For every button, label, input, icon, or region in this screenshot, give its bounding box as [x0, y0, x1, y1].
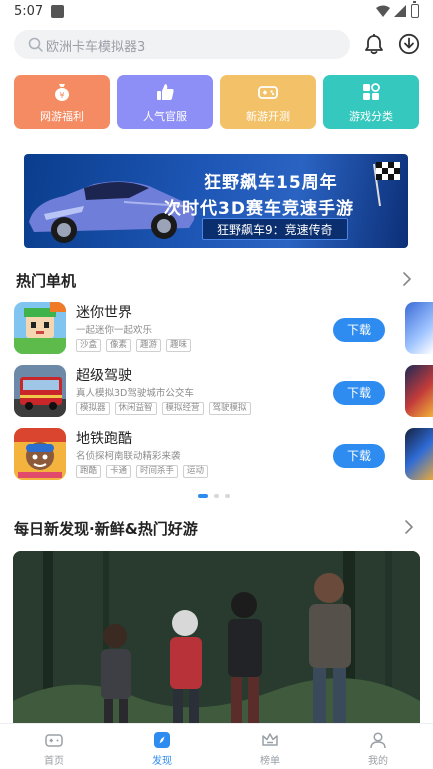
- game-name: 超级驾驶: [76, 368, 132, 384]
- nav-label: 榜单: [260, 756, 280, 767]
- game-tag: 模拟经营: [161, 402, 204, 415]
- tile-label: 新游开测: [246, 110, 290, 123]
- pager-dot-active: [198, 494, 208, 498]
- search-icon: [28, 37, 43, 52]
- game-desc: 一起迷你一起欢乐: [76, 325, 153, 336]
- game-tag: 趣游: [136, 339, 162, 352]
- game-tags: 沙盒 像素 趣游 趣味: [76, 339, 192, 352]
- download-icon[interactable]: [398, 33, 420, 55]
- compass-icon: [154, 732, 170, 748]
- gamepad-icon: [258, 86, 278, 99]
- user-icon: [370, 732, 386, 749]
- wifi-icon: [376, 5, 390, 17]
- game-tag: 卡通: [106, 465, 132, 478]
- nav-discover[interactable]: 发现: [122, 724, 202, 769]
- discover-page: 5:07 欧洲卡车模拟器3 ¥ 网游福利 人气官服 新游开测 游戏分类 狂野飙车…: [0, 0, 433, 769]
- chevron-right-icon[interactable]: [402, 272, 412, 286]
- nav-rankings[interactable]: 榜单: [230, 724, 310, 769]
- nav-home[interactable]: 首页: [14, 724, 94, 769]
- checkered-flag-icon: [373, 162, 400, 207]
- game-tag: 驾驶模拟: [208, 402, 251, 415]
- banner-subtitle: 狂野飙车9：竞速传奇: [202, 218, 348, 240]
- grid-icon: [363, 83, 380, 100]
- tile-game-categories[interactable]: 游戏分类: [323, 75, 419, 129]
- game-desc: 真人模拟3D驾驶城市公交车: [76, 388, 194, 399]
- quick-entry-tiles: ¥ 网游福利 人气官服 新游开测 游戏分类: [14, 75, 420, 129]
- game-tag: 休闲益智: [114, 402, 157, 415]
- download-button[interactable]: 下载: [333, 318, 385, 342]
- game-desc: 名侦探柯南联动精彩来袭: [76, 451, 181, 462]
- thumbs-up-icon: [157, 84, 174, 100]
- notification-icon: [51, 5, 64, 18]
- nav-label: 首页: [44, 756, 64, 767]
- svg-text:¥: ¥: [59, 91, 64, 100]
- signal-icon: [394, 5, 406, 17]
- game-name: 地铁跑酷: [76, 431, 132, 447]
- banner-title-line2: 次时代3D赛车竞速手游: [164, 199, 354, 219]
- game-tag: 跑酷: [76, 465, 102, 478]
- banner-title-line1: 狂野飙车15周年: [204, 173, 338, 193]
- tile-label: 人气官服: [143, 110, 187, 123]
- game-tag: 像素: [106, 339, 132, 352]
- bottom-nav: 首页 发现 榜单 我的: [0, 723, 433, 769]
- promo-banner[interactable]: 狂野飙车15周年 次时代3D赛车竞速手游 狂野飙车9：竞速传奇: [24, 154, 408, 248]
- game-row[interactable]: 迷你世界 一起迷你一起欢乐 沙盒 像素 趣游 趣味 下载: [14, 302, 394, 356]
- game-tag: 运动: [183, 465, 209, 478]
- game-row[interactable]: 地铁跑酷 名侦探柯南联动精彩来袭 跑酷 卡通 时间杀手 运动 下载: [14, 428, 394, 482]
- chevron-right-icon[interactable]: [404, 520, 414, 534]
- tile-popular-official[interactable]: 人气官服: [117, 75, 213, 129]
- tile-new-game-tests[interactable]: 新游开测: [220, 75, 316, 129]
- bell-icon[interactable]: [363, 33, 385, 55]
- game-tag: 模拟器: [76, 402, 110, 415]
- peek-card[interactable]: [405, 428, 433, 480]
- game-icon-subway-surfers: [14, 428, 66, 480]
- gamepad-icon: [45, 734, 63, 747]
- status-time: 5:07: [14, 4, 44, 19]
- download-button[interactable]: 下载: [333, 444, 385, 468]
- status-bar: 5:07: [0, 0, 433, 24]
- game-icon-super-driving: [14, 365, 66, 417]
- game-tag: 时间杀手: [136, 465, 179, 478]
- pager-dot: [214, 494, 219, 498]
- game-row[interactable]: 超级驾驶 真人模拟3D驾驶城市公交车 模拟器 休闲益智 模拟经营 驾驶模拟 下载: [14, 365, 394, 419]
- tile-label: 游戏分类: [349, 110, 393, 123]
- peek-card[interactable]: [405, 302, 433, 354]
- game-tag: 趣味: [166, 339, 192, 352]
- game-tags: 模拟器 休闲益智 模拟经营 驾驶模拟: [76, 402, 251, 415]
- money-bag-icon: ¥: [55, 84, 69, 101]
- search-placeholder: 欧洲卡车模拟器3: [46, 40, 146, 55]
- tile-online-game-gifts[interactable]: ¥ 网游福利: [14, 75, 110, 129]
- featured-game-image[interactable]: [13, 551, 420, 726]
- hot-section-title: 热门单机: [16, 272, 77, 290]
- daily-section-title: 每日新发现·新鲜&热门好游: [14, 520, 198, 538]
- game-tags: 跑酷 卡通 时间杀手 运动: [76, 465, 209, 478]
- nav-label: 我的: [368, 756, 388, 767]
- nav-profile[interactable]: 我的: [338, 724, 418, 769]
- game-name: 迷你世界: [76, 305, 132, 321]
- peek-card[interactable]: [405, 365, 433, 417]
- game-icon-mini-world: [14, 302, 66, 354]
- nav-label: 发现: [152, 756, 172, 767]
- pager-dot: [225, 494, 230, 498]
- game-tag: 沙盒: [76, 339, 102, 352]
- download-button[interactable]: 下载: [333, 381, 385, 405]
- crown-icon: [262, 733, 278, 746]
- tile-label: 网游福利: [40, 110, 84, 123]
- search-bar[interactable]: 欧洲卡车模拟器3: [14, 30, 350, 59]
- battery-icon: [411, 1, 419, 18]
- forest-characters-image: [13, 551, 420, 726]
